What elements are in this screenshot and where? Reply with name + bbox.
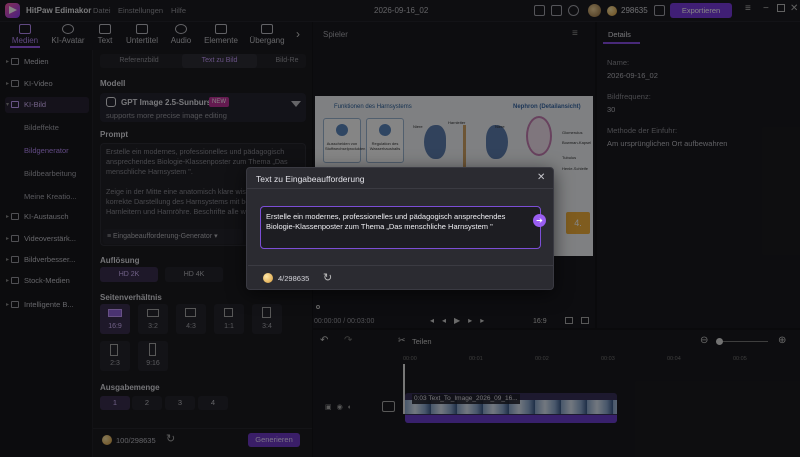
dialog-prompt-input[interactable]: Erstelle ein modernes, professionelles u…	[260, 206, 546, 249]
dialog-divider	[247, 188, 553, 189]
coin-icon	[263, 273, 273, 283]
send-arrow-icon[interactable]: ➔	[533, 214, 546, 227]
refresh-icon[interactable]: ↻	[323, 271, 332, 284]
dialog-close-icon[interactable]: ✕	[537, 172, 545, 183]
dialog-credits: 4/298635	[278, 274, 310, 283]
text-to-prompt-dialog: Text zu Eingabeaufforderung ✕ Erstelle e…	[246, 167, 554, 290]
dialog-input-text: Erstelle ein modernes, professionelles u…	[266, 212, 506, 231]
dialog-footer: 4/298635 ↻	[248, 265, 553, 290]
dialog-title: Text zu Eingabeaufforderung	[256, 174, 365, 184]
